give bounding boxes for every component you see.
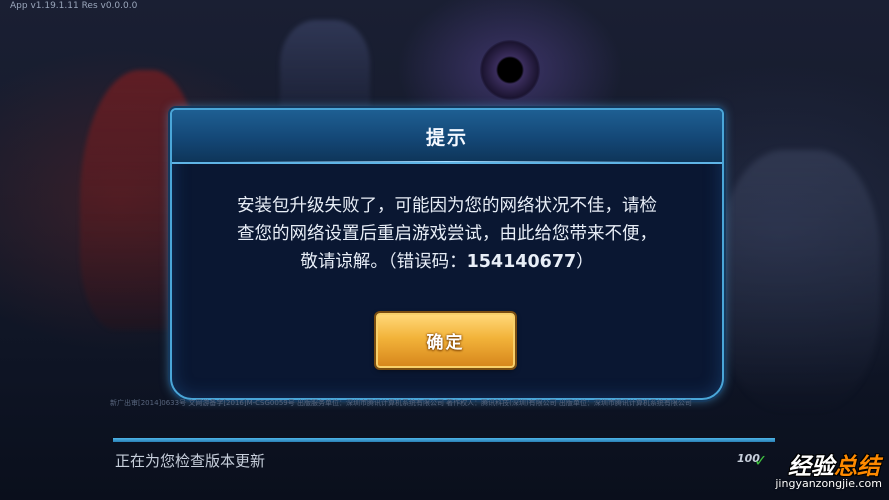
message-line: 安装包升级失败了，可能因为您的网络状况不佳，请检: [237, 196, 657, 216]
update-progress-fill: [113, 438, 775, 442]
copyright-notice: 新广出审[2014]0633号 文网游备字[2016]M-CSG0059号 出版…: [110, 399, 692, 407]
black-hole-icon: [480, 40, 540, 100]
confirm-button-label: 确定: [426, 333, 465, 353]
dialog-header: 提示: [172, 110, 722, 164]
message-last-prefix: 敬请谅解。（错误码：: [300, 252, 467, 272]
update-progress-bar: [113, 438, 775, 442]
alert-dialog: 提示 安装包升级失败了，可能因为您的网络状况不佳，请检 查您的网络设置后重启游戏…: [170, 108, 724, 400]
dialog-message: 安装包升级失败了，可能因为您的网络状况不佳，请检 查您的网络设置后重启游戏尝试，…: [190, 192, 704, 276]
message-line: 查您的网络设置后重启游戏尝试，由此给您带来不便，: [237, 224, 657, 244]
hero-figure-right: [720, 150, 880, 410]
message-last-suffix: ）: [576, 252, 594, 272]
watermark-url: jingyanzongjie.com: [775, 477, 882, 490]
version-info: App v1.19.1.11 Res v0.0.0.0: [10, 1, 138, 11]
watermark-logo: ✓ 经验总结 jingyanzongjie.com: [736, 445, 886, 497]
confirm-button[interactable]: 确定: [376, 313, 515, 368]
error-code: 154140677: [466, 252, 577, 272]
checkmark-icon: ✓: [754, 451, 768, 470]
update-status-text: 正在为您检查版本更新: [115, 452, 266, 470]
watermark-text: 经验总结: [788, 447, 880, 481]
dialog-title: 提示: [425, 127, 468, 149]
message-line-last: 敬请谅解。（错误码：154140677）: [190, 248, 704, 276]
